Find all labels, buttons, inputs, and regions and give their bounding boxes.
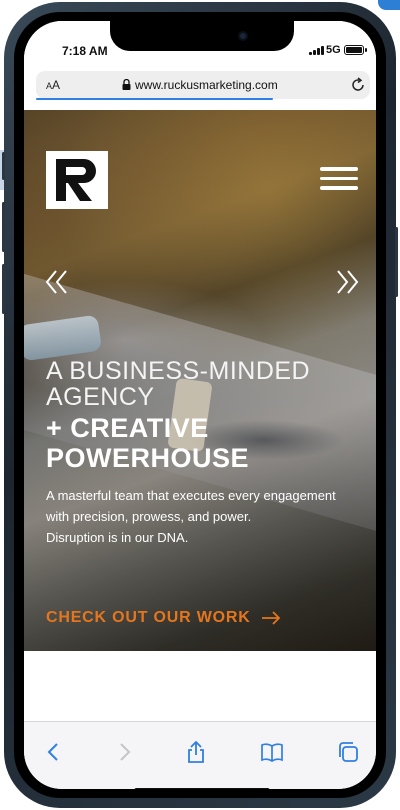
hero-section: A Business-Minded Agency + Creative Powe… (24, 110, 376, 651)
browser-toolbar (24, 721, 376, 789)
page-content-below-hero (24, 651, 376, 723)
url-text[interactable]: www.ruckusmarketing.com (135, 78, 278, 92)
ruckus-logo[interactable] (46, 151, 108, 209)
power-button (395, 227, 398, 297)
hero-text: A Business-Minded Agency + Creative Powe… (46, 358, 366, 548)
home-indicator (134, 788, 270, 789)
bookmarks-icon[interactable] (260, 740, 284, 764)
address-bar[interactable]: AA www.ruckusmarketing.com (36, 71, 370, 99)
battery-icon (344, 45, 367, 55)
reload-icon[interactable] (350, 77, 366, 93)
text-size-button[interactable]: AA (46, 78, 60, 92)
headline-line-1: A Business-Minded (46, 357, 311, 385)
back-icon[interactable] (42, 740, 66, 764)
phone-bezel: 7:18 AM 5G AA www.ruckusmarketing.com A … (14, 12, 386, 798)
background-corner (378, 0, 400, 10)
status-time: 7:18 AM (62, 44, 108, 58)
hamburger-menu-icon[interactable] (320, 167, 358, 193)
chevron-double-right-icon[interactable] (330, 267, 360, 297)
hero-description-line-1: A masterful team that executes every eng… (46, 488, 336, 524)
signal-strength-icon (309, 46, 324, 55)
mute-switch (2, 152, 5, 180)
headline-bold-line-2: Powerhouse (46, 443, 250, 473)
check-out-work-link[interactable]: Check out our work (46, 609, 281, 627)
hero-description-line-2: Disruption is in our DNA. (46, 530, 189, 545)
ruckus-r-logo-icon (46, 151, 108, 209)
hero-description: A masterful team that executes every eng… (46, 485, 346, 548)
cta-label: Check out our work (46, 609, 251, 626)
lock-icon (122, 79, 131, 90)
forward-icon[interactable] (112, 740, 136, 764)
network-type: 5G (326, 44, 341, 56)
arrow-right-icon (261, 611, 280, 625)
phone-screen: 7:18 AM 5G AA www.ruckusmarketing.com A … (24, 21, 376, 789)
chevron-double-left-icon[interactable] (44, 267, 74, 297)
status-bar: 7:18 AM 5G (24, 21, 376, 71)
headline-line-2: Agency (46, 383, 155, 411)
volume-down-button (2, 264, 5, 314)
share-icon[interactable] (184, 740, 208, 764)
front-camera-icon (238, 31, 248, 41)
notch (110, 21, 294, 51)
headline-bold-line-1: + Creative (46, 413, 209, 443)
tabs-icon[interactable] (336, 740, 360, 764)
page-load-progress (36, 98, 274, 100)
phone-frame: 7:18 AM 5G AA www.ruckusmarketing.com A … (2, 2, 398, 808)
volume-up-button (2, 202, 5, 252)
